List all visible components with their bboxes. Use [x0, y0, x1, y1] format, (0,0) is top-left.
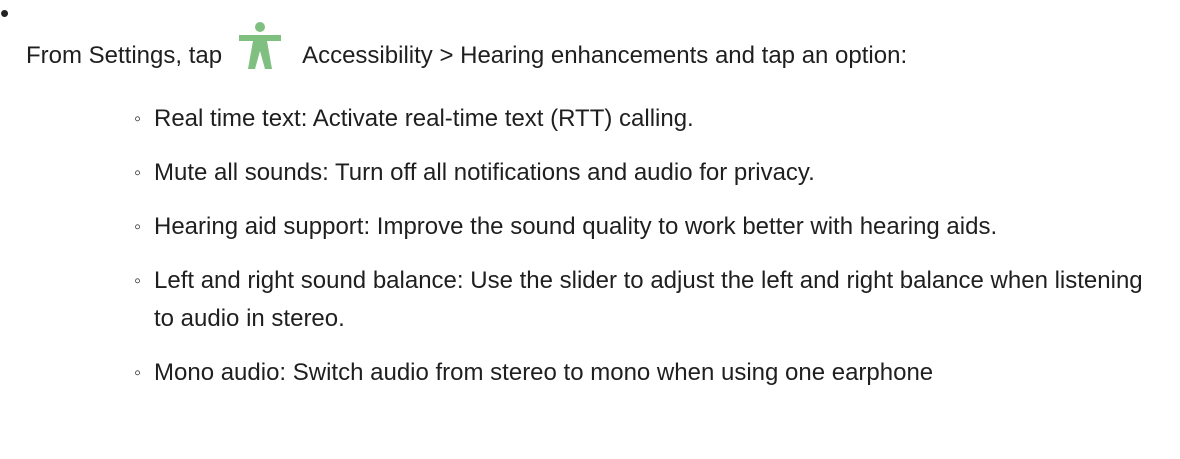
- sub-bullet: ◦: [134, 362, 142, 384]
- sub-bullet: ◦: [134, 270, 142, 292]
- option-text: Mute all sounds: Turn off all notificati…: [154, 159, 815, 186]
- list-bullet: •: [0, 0, 10, 28]
- sub-bullet: ◦: [134, 108, 142, 130]
- intro-text-before: From Settings, tap: [26, 42, 223, 69]
- list-item-mute-all-sounds: ◦ Mute all sounds: Turn off all notifica…: [134, 154, 1164, 192]
- accessibility-icon: [236, 20, 284, 69]
- option-text: Mono audio: Switch audio from stereo to …: [154, 359, 934, 386]
- sub-bullet: ◦: [134, 216, 142, 238]
- option-text: Left and right sound balance: Use the sl…: [154, 267, 1143, 332]
- list-item-mono-audio: ◦ Mono audio: Switch audio from stereo t…: [134, 354, 1164, 392]
- sub-bullet: ◦: [134, 162, 142, 184]
- list-item-real-time-text: ◦ Real time text: Activate real-time tex…: [134, 100, 1164, 138]
- intro-line: From Settings, tap Accessibility > Heari…: [26, 22, 908, 78]
- list-item-hearing-aid-support: ◦ Hearing aid support: Improve the sound…: [134, 208, 1164, 246]
- hearing-options-list: ◦ Real time text: Activate real-time tex…: [134, 100, 1164, 408]
- list-item-sound-balance: ◦ Left and right sound balance: Use the …: [134, 262, 1164, 338]
- option-text: Hearing aid support: Improve the sound q…: [154, 213, 998, 240]
- option-text: Real time text: Activate real-time text …: [154, 105, 694, 132]
- intro-text-after: Accessibility > Hearing enhancements and…: [302, 42, 908, 69]
